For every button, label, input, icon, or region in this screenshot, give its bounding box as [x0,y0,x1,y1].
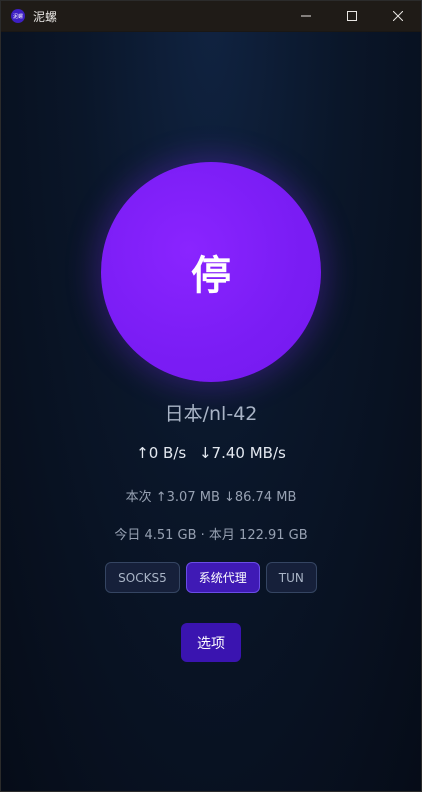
connect-toggle-label: 停 [191,253,231,299]
speed-readout: ↑0 B/s ↓7.40 MB/s [1,444,421,462]
minimize-icon [301,15,311,17]
app-logo-icon: 泥螺 [11,9,25,23]
download-speed: ↓7.40 MB/s [198,444,286,462]
title-bar[interactable]: 泥螺 泥螺 [1,1,421,32]
close-icon [393,11,403,21]
session-traffic: 本次 ↑3.07 MB ↓86.74 MB [125,490,297,505]
upload-speed: ↑0 B/s [136,444,187,462]
main-panel: 停 日本/nl-42 ↑0 B/s ↓7.40 MB/s 本次 ↑3.07 MB… [1,32,421,791]
connect-toggle-button[interactable]: 停 [101,162,321,382]
total-traffic: 今日 4.51 GB · 本月 122.91 GB [114,528,308,543]
maximize-button[interactable] [329,1,375,31]
server-name: 日本/nl-42 [164,403,258,425]
proxy-mode-selector: SOCKS5 系统代理 TUN [1,562,421,593]
app-window: 泥螺 泥螺 停 日本/nl-42 ↑0 B/s ↓7.40 MB/s 本次 ↑3… [0,0,422,792]
window-title: 泥螺 [33,9,58,24]
options-button[interactable]: 选项 [181,623,241,662]
mode-tun-button[interactable]: TUN [265,562,317,593]
mode-socks5-button[interactable]: SOCKS5 [105,562,180,593]
window-controls [283,1,421,31]
minimize-button[interactable] [283,1,329,31]
mode-system-proxy-button[interactable]: 系统代理 [185,562,260,593]
close-button[interactable] [375,1,421,31]
maximize-icon [347,11,357,21]
